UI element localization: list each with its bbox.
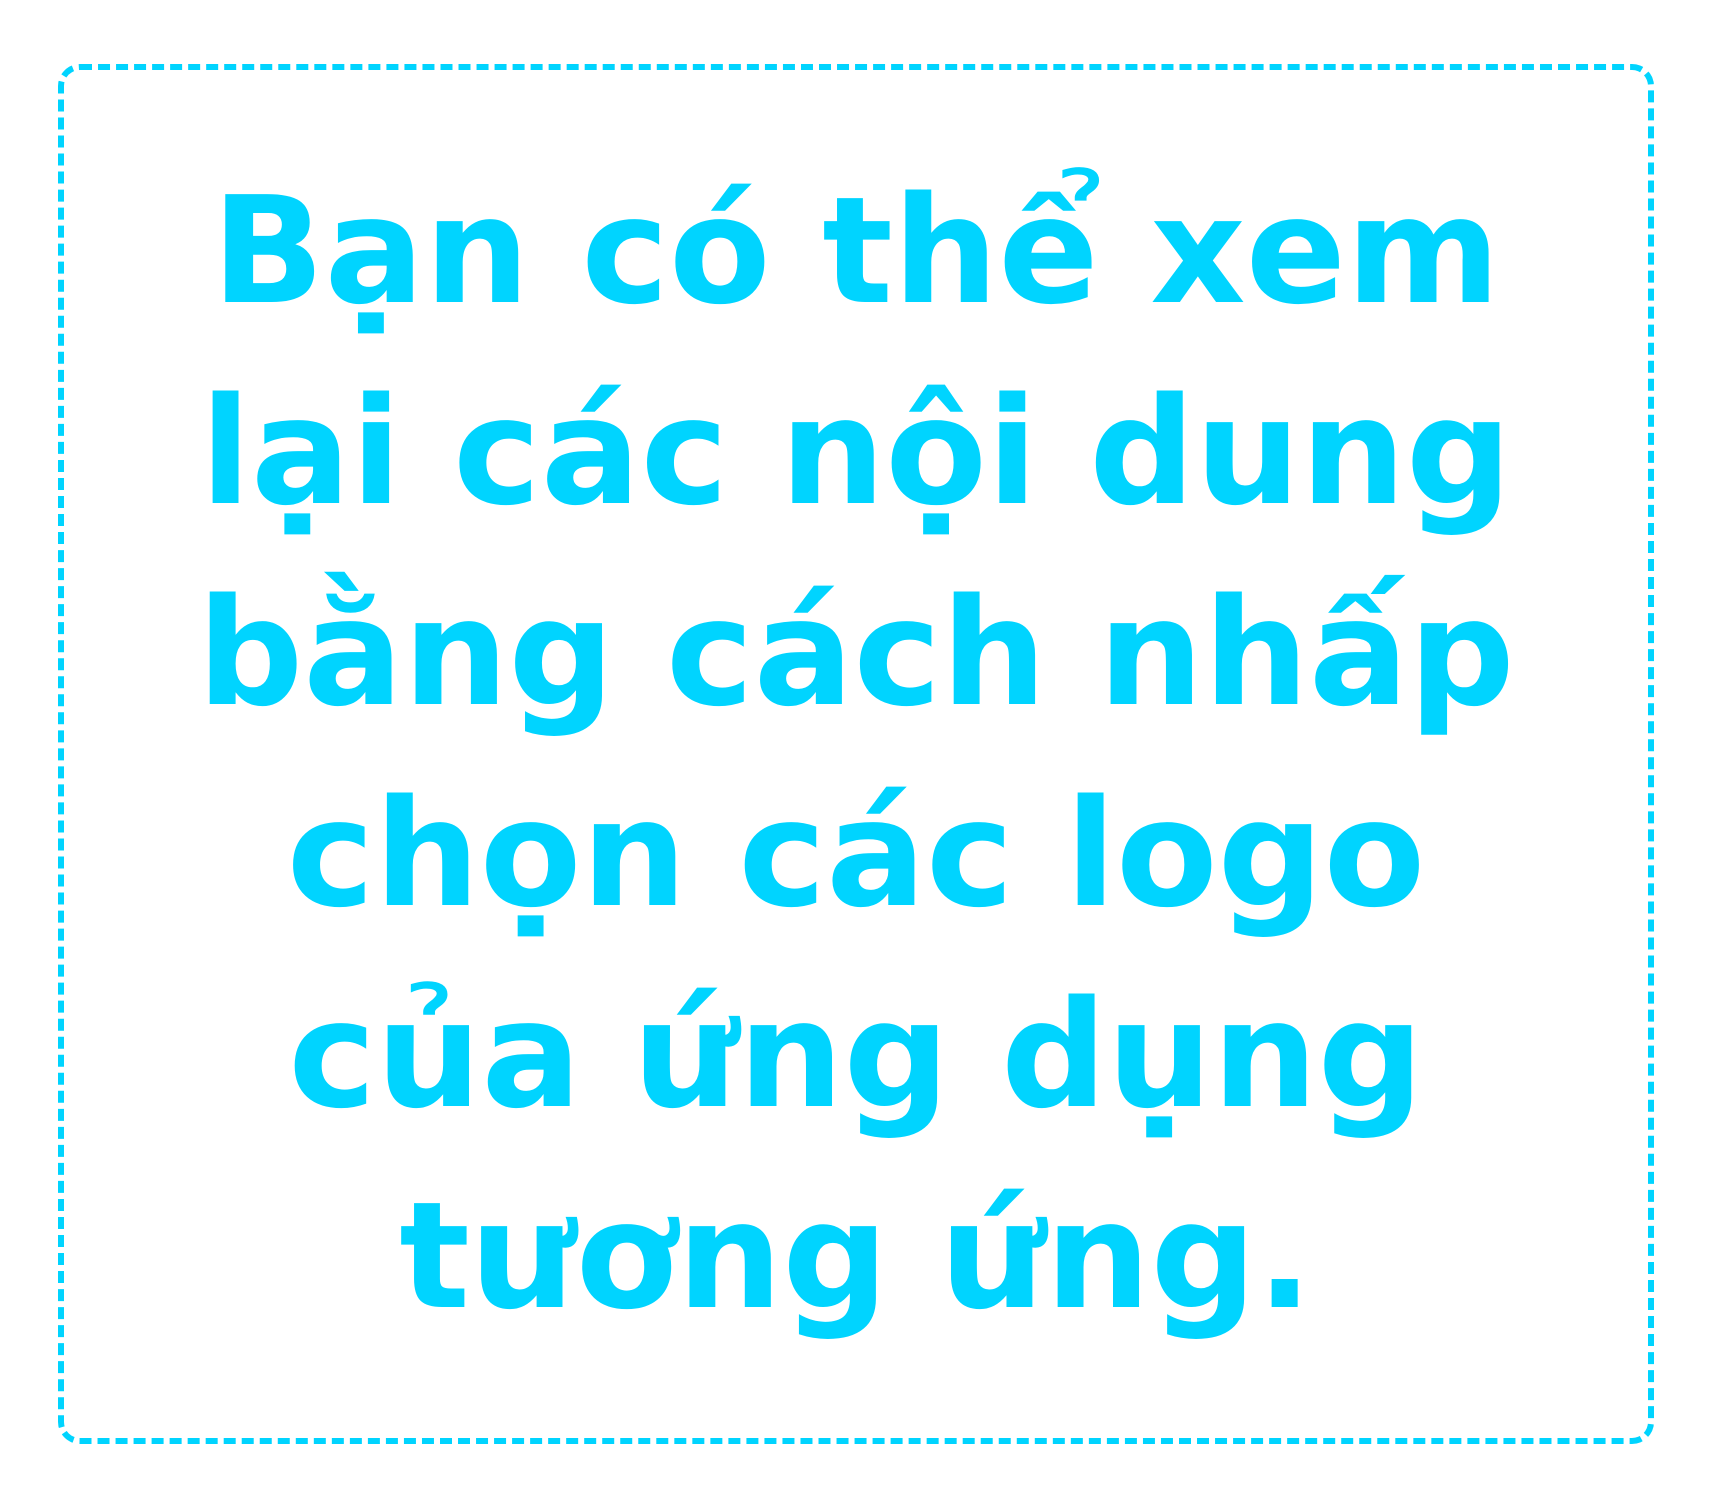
message-line-5: của ứng dụng xyxy=(288,969,1424,1141)
message-line-4: chọn các logo xyxy=(286,768,1426,940)
message-line-1: Bạn có thể xem xyxy=(211,165,1501,337)
message-line-6: tương ứng. xyxy=(399,1170,1313,1342)
message-line-3: bằng cách nhấp xyxy=(197,567,1515,739)
message-line-2: lại các nội dung xyxy=(200,366,1512,538)
message-text: Bạn có thể xem lại các nội dung bằng các… xyxy=(58,64,1654,1444)
